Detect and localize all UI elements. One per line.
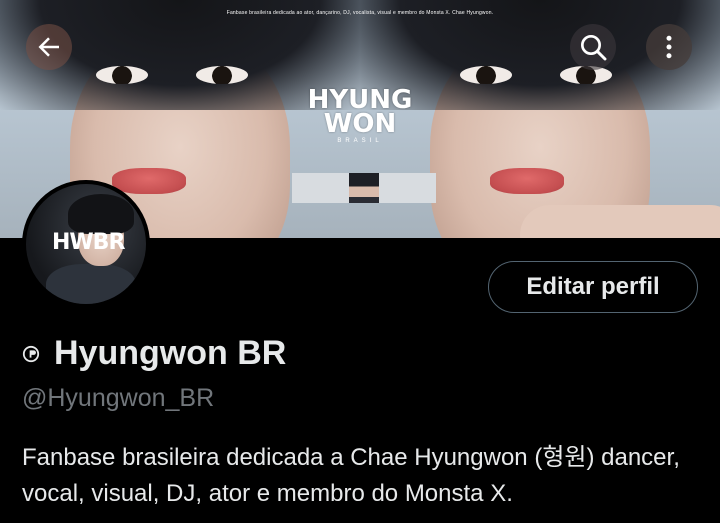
banner-logo: HYUNG WON BRASIL [300, 87, 420, 144]
banner-mini-strip [292, 173, 436, 203]
back-button[interactable] [26, 24, 72, 70]
search-icon [581, 35, 607, 61]
user-handle: @Hyungwon_BR [22, 384, 215, 412]
banner-mini-photo [349, 173, 379, 203]
more-options-button[interactable] [646, 24, 692, 70]
avatar-image: HWBR [26, 184, 146, 304]
banner-caption: Fanbase brasileira dedicada ao ator, dan… [226, 10, 494, 16]
arrow-left-icon [38, 37, 59, 57]
display-name: Hyungwon BR [54, 334, 287, 372]
automated-account-icon[interactable] [22, 345, 40, 363]
banner-logo-sub: BRASIL [337, 138, 383, 144]
profile-name-row: Hyungwon BR [22, 334, 286, 373]
avatar-logo: HWBR [52, 230, 125, 255]
edit-profile-button[interactable]: Editar perfil [488, 261, 698, 313]
profile-avatar[interactable]: HWBR [22, 180, 150, 308]
more-vertical-icon [666, 35, 672, 59]
profile-bio: Fanbase brasileira dedicada a Chae Hyung… [22, 444, 680, 507]
banner-logo-line2: WON [323, 109, 397, 139]
search-button[interactable] [570, 24, 616, 70]
